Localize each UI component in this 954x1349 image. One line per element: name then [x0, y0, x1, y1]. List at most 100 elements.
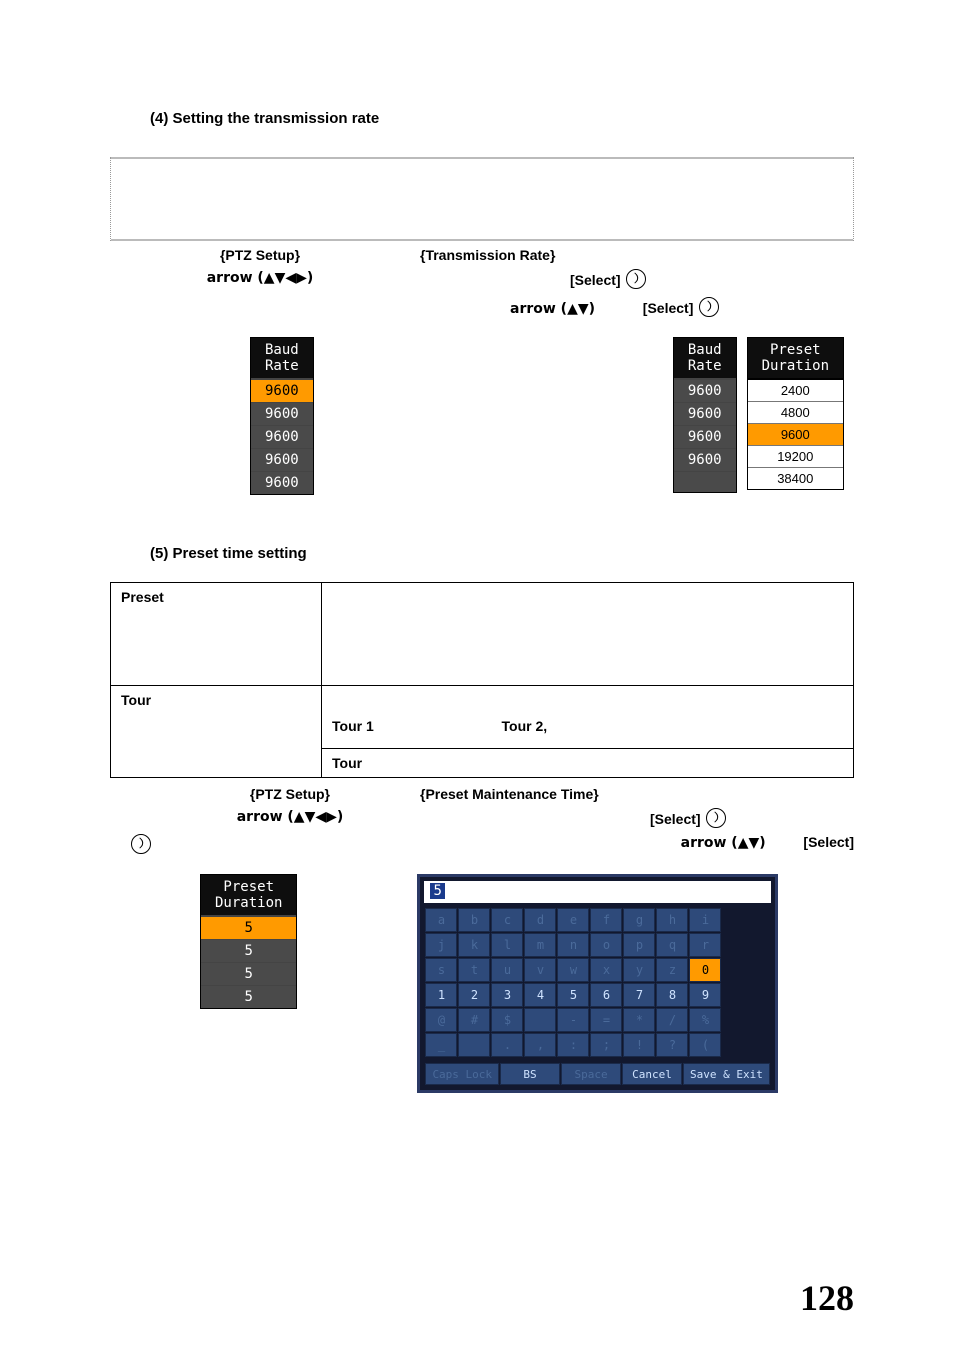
- key[interactable]: 9: [689, 983, 721, 1007]
- key[interactable]: 8: [656, 983, 688, 1007]
- key[interactable]: c: [491, 908, 523, 932]
- baud-item[interactable]: 9600: [674, 448, 736, 471]
- key[interactable]: [524, 1008, 556, 1032]
- caps-lock-button[interactable]: Caps Lock: [425, 1063, 499, 1085]
- key[interactable]: !: [623, 1033, 655, 1057]
- key[interactable]: l: [491, 933, 523, 957]
- onscreen-keyboard[interactable]: 5 a b c d e f g h i j k l: [417, 874, 777, 1093]
- preset-duration-list[interactable]: Preset Duration 5 5 5 5: [200, 874, 297, 1009]
- baud-list-left[interactable]: Baud Rate 9600 9600 9600 9600 9600: [250, 337, 314, 495]
- baud-option[interactable]: 2400: [748, 380, 843, 401]
- key[interactable]: ,: [524, 1033, 556, 1057]
- key[interactable]: d: [524, 908, 556, 932]
- space-button[interactable]: Space: [561, 1063, 621, 1085]
- key[interactable]: a: [425, 908, 457, 932]
- key[interactable]: [458, 1033, 490, 1057]
- baud-item[interactable]: 9600: [251, 402, 313, 425]
- preset-item[interactable]: 5: [201, 939, 296, 962]
- key[interactable]: q: [656, 933, 688, 957]
- key[interactable]: f: [590, 908, 622, 932]
- baud-item[interactable]: 9600: [251, 379, 313, 402]
- baud-item[interactable]: 9600: [251, 471, 313, 494]
- key[interactable]: h: [656, 908, 688, 932]
- key[interactable]: 6: [590, 983, 622, 1007]
- tour2-label: Tour 2,: [502, 718, 548, 734]
- ptz-setup-label-2: {PTZ Setup}: [250, 786, 330, 802]
- key[interactable]: :: [557, 1033, 589, 1057]
- baud-list-right[interactable]: Baud Rate 9600 9600 9600 9600: [673, 337, 737, 493]
- key-zero[interactable]: 0: [689, 958, 721, 982]
- baud-option[interactable]: 19200: [748, 445, 843, 467]
- key[interactable]: .: [491, 1033, 523, 1057]
- preset-item[interactable]: 5: [201, 962, 296, 985]
- key[interactable]: m: [524, 933, 556, 957]
- cancel-button[interactable]: Cancel: [622, 1063, 682, 1085]
- preset-label: Preset: [111, 583, 322, 686]
- key[interactable]: -: [557, 1008, 589, 1032]
- transmission-rate-label: {Transmission Rate}: [420, 247, 555, 263]
- baud-item[interactable]: 9600: [251, 425, 313, 448]
- key[interactable]: @: [425, 1008, 457, 1032]
- key[interactable]: 3: [491, 983, 523, 1007]
- key[interactable]: 2: [458, 983, 490, 1007]
- key[interactable]: i: [689, 908, 721, 932]
- key[interactable]: _: [425, 1033, 457, 1057]
- key[interactable]: ;: [590, 1033, 622, 1057]
- key[interactable]: x: [590, 958, 622, 982]
- key[interactable]: 7: [623, 983, 655, 1007]
- tour-desc-top: Tour 1 Tour 2,: [322, 686, 854, 749]
- key[interactable]: k: [458, 933, 490, 957]
- key[interactable]: t: [458, 958, 490, 982]
- select2-label: [Select]: [643, 300, 694, 316]
- key[interactable]: p: [623, 933, 655, 957]
- key[interactable]: ?: [656, 1033, 688, 1057]
- key[interactable]: r: [689, 933, 721, 957]
- keyboard-entry[interactable]: 5: [424, 881, 770, 903]
- key[interactable]: v: [524, 958, 556, 982]
- preset-item[interactable]: 5: [201, 985, 296, 1008]
- baud-item[interactable]: [674, 471, 736, 492]
- tour1-label: Tour 1: [332, 718, 374, 734]
- key[interactable]: b: [458, 908, 490, 932]
- key[interactable]: n: [557, 933, 589, 957]
- key[interactable]: 4: [524, 983, 556, 1007]
- baud-option[interactable]: 38400: [748, 467, 843, 489]
- key[interactable]: $: [491, 1008, 523, 1032]
- baud-item[interactable]: 9600: [674, 425, 736, 448]
- tour-desc-bottom: Tour: [322, 749, 854, 778]
- key[interactable]: /: [656, 1008, 688, 1032]
- baud-item[interactable]: 9600: [674, 402, 736, 425]
- key[interactable]: #: [458, 1008, 490, 1032]
- key[interactable]: y: [623, 958, 655, 982]
- baud-options-dropdown[interactable]: 2400 4800 9600 19200 38400: [747, 379, 844, 490]
- key[interactable]: w: [557, 958, 589, 982]
- preset-item[interactable]: 5: [201, 916, 296, 939]
- arrow4-label-2: arrow (▲▼◀▶): [237, 809, 344, 825]
- arrow2-label: arrow (▲▼): [510, 301, 595, 317]
- select-label: [Select]: [570, 272, 621, 288]
- key[interactable]: z: [656, 958, 688, 982]
- key[interactable]: o: [590, 933, 622, 957]
- labels-row-1: {PTZ Setup} {Transmission Rate}: [110, 247, 854, 263]
- key[interactable]: e: [557, 908, 589, 932]
- baud-option[interactable]: 9600: [748, 423, 843, 445]
- key[interactable]: 1: [425, 983, 457, 1007]
- key[interactable]: (: [689, 1033, 721, 1057]
- key[interactable]: s: [425, 958, 457, 982]
- baud-item[interactable]: 9600: [674, 379, 736, 402]
- baud-item[interactable]: 9600: [251, 448, 313, 471]
- key[interactable]: j: [425, 933, 457, 957]
- baud-option[interactable]: 4800: [748, 401, 843, 423]
- key[interactable]: u: [491, 958, 523, 982]
- key[interactable]: %: [689, 1008, 721, 1032]
- backspace-button[interactable]: BS: [500, 1063, 560, 1085]
- key[interactable]: g: [623, 908, 655, 932]
- key[interactable]: *: [623, 1008, 655, 1032]
- key[interactable]: 5: [557, 983, 589, 1007]
- key[interactable]: =: [590, 1008, 622, 1032]
- arrow4-label: arrow (▲▼◀▶): [207, 270, 314, 286]
- section4-title: (4) Setting the transmission rate: [150, 110, 854, 127]
- preset-duration-header: Preset Duration: [201, 875, 296, 916]
- save-exit-button[interactable]: Save & Exit: [683, 1063, 770, 1085]
- baud-header: Baud Rate: [674, 338, 736, 379]
